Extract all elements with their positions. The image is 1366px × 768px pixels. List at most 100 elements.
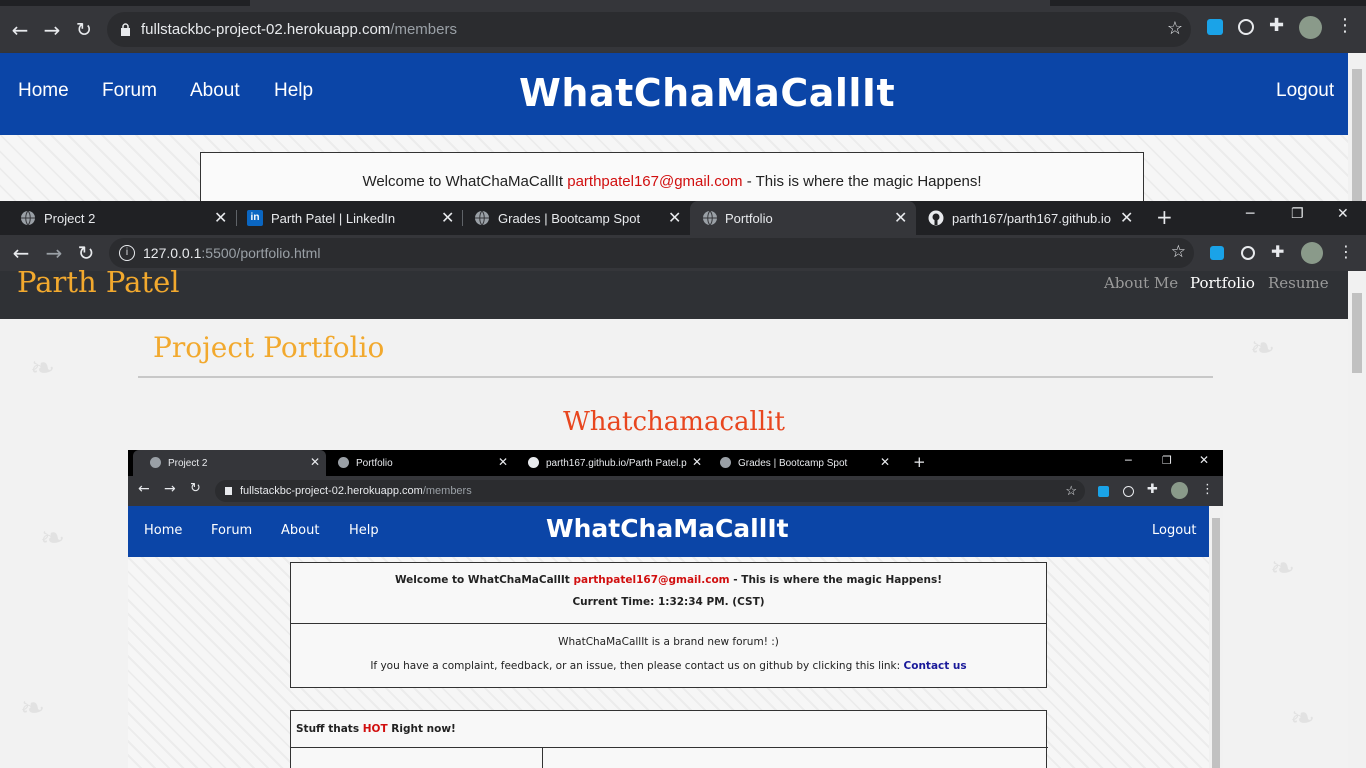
tab-grades[interactable]: Grades | Bootcamp Spot ✕ xyxy=(454,201,690,235)
tab-label: parth167/parth167.github.io xyxy=(952,211,1112,226)
nav-home-link[interactable]: Home xyxy=(18,80,69,102)
screenshot-hot-box: Stuff thats HOT Right now! xyxy=(290,710,1048,768)
nav-forum-link: Forum xyxy=(211,523,253,538)
screenshot-tab-strip: Project 2 ✕ Portfolio ✕ parth167.github.… xyxy=(128,450,1223,476)
profile-avatar[interactable] xyxy=(1299,16,1322,39)
tab-linkedin[interactable]: in Parth Patel | LinkedIn ✕ xyxy=(227,201,463,235)
close-tab-icon: ✕ xyxy=(498,455,509,469)
project-title[interactable]: Whatchamacallit xyxy=(0,407,1348,437)
tab-label: Grades | Bootcamp Spot xyxy=(498,211,641,226)
close-tab-icon[interactable]: ✕ xyxy=(894,208,907,228)
nav-help-link: Help xyxy=(349,523,379,538)
nav-about-me-link[interactable]: About Me xyxy=(1104,274,1178,292)
screenshot-tab-label: Portfolio xyxy=(356,458,393,469)
back-page-body: Welcome to WhatChaMaCallIt parthpatel167… xyxy=(0,135,1348,201)
forward-arrow-icon[interactable]: → xyxy=(40,239,68,267)
extensions-puzzle-icon[interactable]: ✚ xyxy=(1271,242,1284,261)
nav-home-link: Home xyxy=(144,523,183,538)
section-divider xyxy=(138,376,1213,378)
close-tab-icon[interactable]: ✕ xyxy=(1120,208,1133,228)
new-tab-plus-icon[interactable]: + xyxy=(1156,205,1173,229)
hot-word: HOT xyxy=(362,723,388,735)
extension-circle-icon xyxy=(1123,486,1134,497)
menu-kebab-icon: ⋮ xyxy=(1201,482,1214,497)
front-address-bar[interactable]: i 127.0.0.1:5500/portfolio.html ☆ xyxy=(109,238,1194,268)
reload-icon[interactable]: ↻ xyxy=(72,239,100,267)
leaf-pattern-icon: ❧ xyxy=(1250,331,1276,366)
extension-translate-icon[interactable] xyxy=(1210,246,1224,260)
extensions-puzzle-icon[interactable]: ✚ xyxy=(1269,15,1284,36)
reload-icon: ↻ xyxy=(190,481,201,496)
tab-project-2[interactable]: Project 2 ✕ xyxy=(0,201,236,235)
globe-icon xyxy=(703,210,717,226)
nav-forum-link[interactable]: Forum xyxy=(102,80,157,102)
back-arrow-icon[interactable]: ← xyxy=(7,239,35,267)
tab-github[interactable]: parth167/parth167.github.io ✕ xyxy=(908,201,1144,235)
tab-portfolio-active[interactable]: Portfolio ✕ xyxy=(690,201,916,235)
hot-column-divider xyxy=(542,747,543,768)
welcome-prefix: Welcome to WhatChaMaCallIt xyxy=(362,173,568,190)
back-scrollbar-thumb[interactable] xyxy=(1352,69,1362,201)
lock-icon xyxy=(225,487,232,495)
back-site-navbar: Home Forum About Help WhatChaMaCallIt Lo… xyxy=(0,53,1348,135)
close-tab-icon[interactable]: ✕ xyxy=(441,208,454,228)
info-icon[interactable]: i xyxy=(119,245,135,261)
bookmark-star-icon[interactable]: ☆ xyxy=(1167,18,1183,39)
nav-about-link[interactable]: About xyxy=(190,80,240,102)
back-arrow-icon[interactable]: ← xyxy=(6,16,34,44)
nav-logout-link[interactable]: Logout xyxy=(1276,80,1334,102)
tab-label: Parth Patel | LinkedIn xyxy=(271,211,396,226)
site-brand: WhatChaMaCallIt xyxy=(546,514,789,543)
back-address-bar[interactable]: fullstackbc-project-02.herokuapp.com/mem… xyxy=(107,12,1191,47)
menu-kebab-icon[interactable]: ⋮ xyxy=(1338,242,1354,261)
extensions-puzzle-icon: ✚ xyxy=(1147,482,1158,497)
portfolio-header: Parth Patel About Me Portfolio Resume xyxy=(0,265,1348,319)
current-time: Current Time: 1:32:34 PM. (CST) xyxy=(572,596,765,608)
extension-circle-icon[interactable] xyxy=(1241,246,1255,260)
leaf-pattern-icon: ❧ xyxy=(30,351,56,386)
portfolio-owner-name[interactable]: Parth Patel xyxy=(17,265,180,299)
hot-heading: Stuff thats HOT Right now! xyxy=(296,723,1046,735)
reload-icon[interactable]: ↻ xyxy=(70,16,98,44)
leaf-pattern-icon: ❧ xyxy=(1290,701,1316,736)
window-close-icon[interactable]: ✕ xyxy=(1337,206,1349,222)
extension-circle-icon[interactable] xyxy=(1238,19,1254,35)
extension-translate-icon xyxy=(1098,486,1109,497)
back-browser-toolbar: ← → ↻ fullstackbc-project-02.herokuapp.c… xyxy=(0,0,1366,53)
front-scrollbar[interactable] xyxy=(1348,271,1366,768)
close-tab-icon[interactable]: ✕ xyxy=(668,208,681,228)
profile-avatar[interactable] xyxy=(1301,242,1323,264)
screenshot-welcome-line: Welcome to WhatChaMaCallIt parthpatel167… xyxy=(291,574,1046,586)
tab-label: Portfolio xyxy=(725,211,773,226)
screenshot-scrollbar-thumb xyxy=(1212,518,1220,768)
nav-help-link[interactable]: Help xyxy=(274,80,313,102)
front-browser-toolbar: ← → ↻ i 127.0.0.1:5500/portfolio.html ☆ … xyxy=(0,235,1366,271)
bookmark-star-icon[interactable]: ☆ xyxy=(1171,242,1186,262)
screenshot-tab: parth167.github.io/Parth Patel.p ✕ xyxy=(511,450,704,476)
menu-kebab-icon[interactable]: ⋮ xyxy=(1336,15,1354,36)
restore-icon[interactable]: ❐ xyxy=(1291,206,1304,222)
welcome-suffix: - This is where the magic Happens! xyxy=(729,574,943,586)
minimize-icon[interactable]: ─ xyxy=(1246,206,1254,222)
screenshot-tab: Project 2 ✕ xyxy=(133,450,326,476)
bookmark-star-icon: ☆ xyxy=(1065,483,1077,498)
screenshot-scrollbar xyxy=(1209,506,1223,768)
project-screenshot[interactable]: Project 2 ✕ Portfolio ✕ parth167.github.… xyxy=(128,450,1223,768)
globe-icon xyxy=(475,210,489,226)
screenshot-tab: Grades | Bootcamp Spot ✕ xyxy=(703,450,896,476)
back-tab-strip-active xyxy=(250,0,1050,6)
screenshot-url-path: /members xyxy=(422,485,472,497)
front-scrollbar-thumb[interactable] xyxy=(1352,293,1362,373)
site-brand[interactable]: WhatChaMaCallIt xyxy=(519,71,895,115)
nav-portfolio-link[interactable]: Portfolio xyxy=(1190,274,1255,292)
back-scrollbar[interactable] xyxy=(1348,53,1366,201)
forward-arrow-icon[interactable]: → xyxy=(38,16,66,44)
nav-resume-link[interactable]: Resume xyxy=(1268,274,1329,292)
window-close-icon: ✕ xyxy=(1199,453,1210,467)
hot-prefix: Stuff thats xyxy=(296,723,363,735)
extension-translate-icon[interactable] xyxy=(1207,19,1223,35)
linkedin-icon: in xyxy=(247,210,263,226)
close-tab-icon[interactable]: ✕ xyxy=(214,208,227,228)
contact-us-link: Contact us xyxy=(903,660,967,672)
screenshot-tab-label: parth167.github.io/Parth Patel.p xyxy=(546,458,687,469)
